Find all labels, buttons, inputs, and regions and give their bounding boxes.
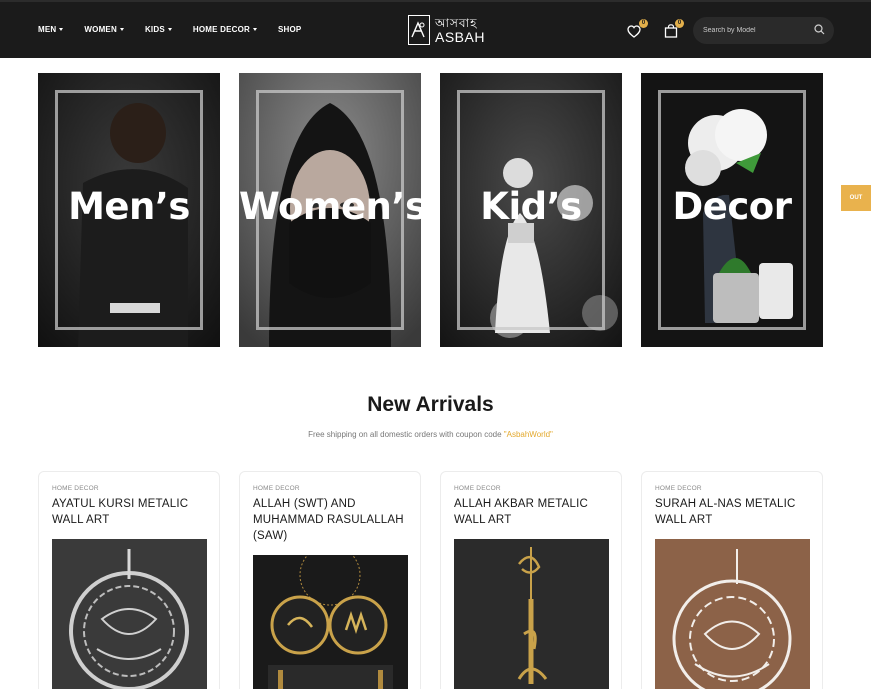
nav-label: KIDS [144, 25, 165, 34]
wishlist-count-badge: 0 [639, 19, 648, 28]
product-title[interactable]: ALLAH AKBAR METALIC WALL ART [454, 496, 614, 528]
wishlist-button[interactable]: 0 [627, 19, 648, 41]
cart-button[interactable]: 0 [664, 19, 684, 41]
coupon-code: "AsbahWorld" [503, 430, 553, 439]
product-image[interactable] [253, 555, 408, 689]
chevron-down-icon [59, 28, 64, 31]
chevron-down-icon [253, 28, 257, 31]
product-image[interactable] [454, 539, 609, 689]
nav-label: HOME DECOR [192, 25, 250, 34]
cart-count-badge: 0 [675, 19, 684, 28]
product-card[interactable]: HOME DECOR SURAH AL-NAS METALIC WALL ART [641, 471, 823, 689]
category-tile-decor[interactable]: Decor [641, 73, 823, 347]
category-label: Decor [672, 185, 792, 228]
side-tab-button[interactable]: OUT [841, 185, 871, 211]
category-tile-womens[interactable]: Women’s [239, 73, 421, 347]
chevron-down-icon [167, 28, 172, 31]
nav-item-men[interactable]: MEN [38, 25, 64, 34]
product-card[interactable]: HOME DECOR ALLAH AKBAR METALIC WALL ART [440, 471, 622, 689]
category-tile-mens[interactable]: Men’s [38, 73, 220, 347]
nav-label: WOMEN [84, 25, 117, 34]
category-label: Kid’s [480, 185, 582, 228]
category-label: Women’s [239, 185, 421, 228]
logo-script-text: আসবাহ [435, 15, 478, 30]
product-category: HOME DECOR [253, 485, 300, 492]
nav-item-shop[interactable]: SHOP [278, 25, 301, 34]
product-image[interactable] [655, 539, 810, 689]
product-category: HOME DECOR [52, 485, 99, 492]
section-subtitle: Free shipping on all domestic orders wit… [0, 430, 861, 439]
main-nav: MEN WOMEN KIDS HOME DECOR SHOP [38, 25, 322, 34]
site-logo[interactable]: আসবাহ ASBAH [408, 14, 492, 46]
nav-item-home-decor[interactable]: HOME DECOR [193, 25, 257, 34]
chevron-down-icon [119, 28, 124, 31]
section-title: New Arrivals [367, 393, 494, 416]
product-title[interactable]: ALLAH (SWT) AND MUHAMMAD RASULALLAH (SAW… [253, 496, 413, 544]
product-image[interactable] [52, 539, 207, 689]
product-category: HOME DECOR [454, 485, 501, 492]
nav-label: MEN [38, 25, 57, 34]
product-title[interactable]: AYATUL KURSI METALIC WALL ART [52, 496, 212, 528]
nav-label: SHOP [278, 25, 302, 34]
logo-name-text: ASBAH [435, 28, 485, 45]
search-bar [693, 17, 834, 44]
category-label: Men’s [68, 185, 190, 228]
heart-icon [627, 25, 641, 38]
search-icon[interactable] [814, 24, 825, 35]
category-tile-kids[interactable]: Kid’s [440, 73, 622, 347]
search-input[interactable] [703, 23, 813, 38]
product-category: HOME DECOR [655, 485, 702, 492]
site-header: MEN WOMEN KIDS HOME DECOR SHOP আসবাহ ASB… [0, 0, 871, 58]
nav-item-kids[interactable]: KIDS [145, 25, 172, 34]
product-card[interactable]: HOME DECOR ALLAH (SWT) AND MUHAMMAD RASU… [239, 471, 421, 689]
nav-item-women[interactable]: WOMEN [84, 25, 124, 34]
subtitle-text: Free shipping on all domestic orders wit… [308, 430, 504, 439]
product-card[interactable]: HOME DECOR AYATUL KURSI METALIC WALL ART [38, 471, 220, 689]
logo-mark-icon [408, 15, 430, 45]
product-title[interactable]: SURAH AL-NAS METALIC WALL ART [655, 496, 815, 528]
